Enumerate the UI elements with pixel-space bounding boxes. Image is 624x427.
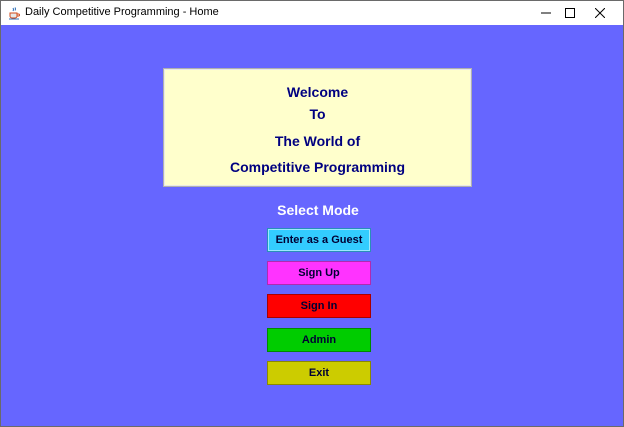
sign-up-button[interactable]: Sign Up — [267, 261, 371, 285]
welcome-line-4: Competitive Programming — [229, 159, 406, 175]
welcome-line-3: The World of — [274, 133, 361, 149]
exit-button[interactable]: Exit — [267, 361, 371, 385]
window-title: Daily Competitive Programming - Home — [25, 6, 219, 18]
select-mode-label: Select Mode — [277, 202, 359, 218]
enter-as-guest-button[interactable]: Enter as a Guest — [267, 228, 371, 252]
title-bar[interactable]: Daily Competitive Programming - Home — [1, 1, 623, 25]
close-icon — [595, 8, 605, 18]
close-button[interactable] — [577, 1, 623, 25]
java-cup-icon — [7, 6, 21, 20]
maximize-icon — [565, 8, 575, 18]
app-window: Daily Competitive Programming - Home Wel… — [0, 0, 624, 427]
welcome-line-1: Welcome — [286, 84, 349, 100]
sign-in-button[interactable]: Sign In — [267, 294, 371, 318]
admin-button[interactable]: Admin — [267, 328, 371, 352]
welcome-panel: Welcome To The World of Competitive Prog… — [163, 68, 472, 187]
welcome-line-2: To — [309, 106, 326, 122]
